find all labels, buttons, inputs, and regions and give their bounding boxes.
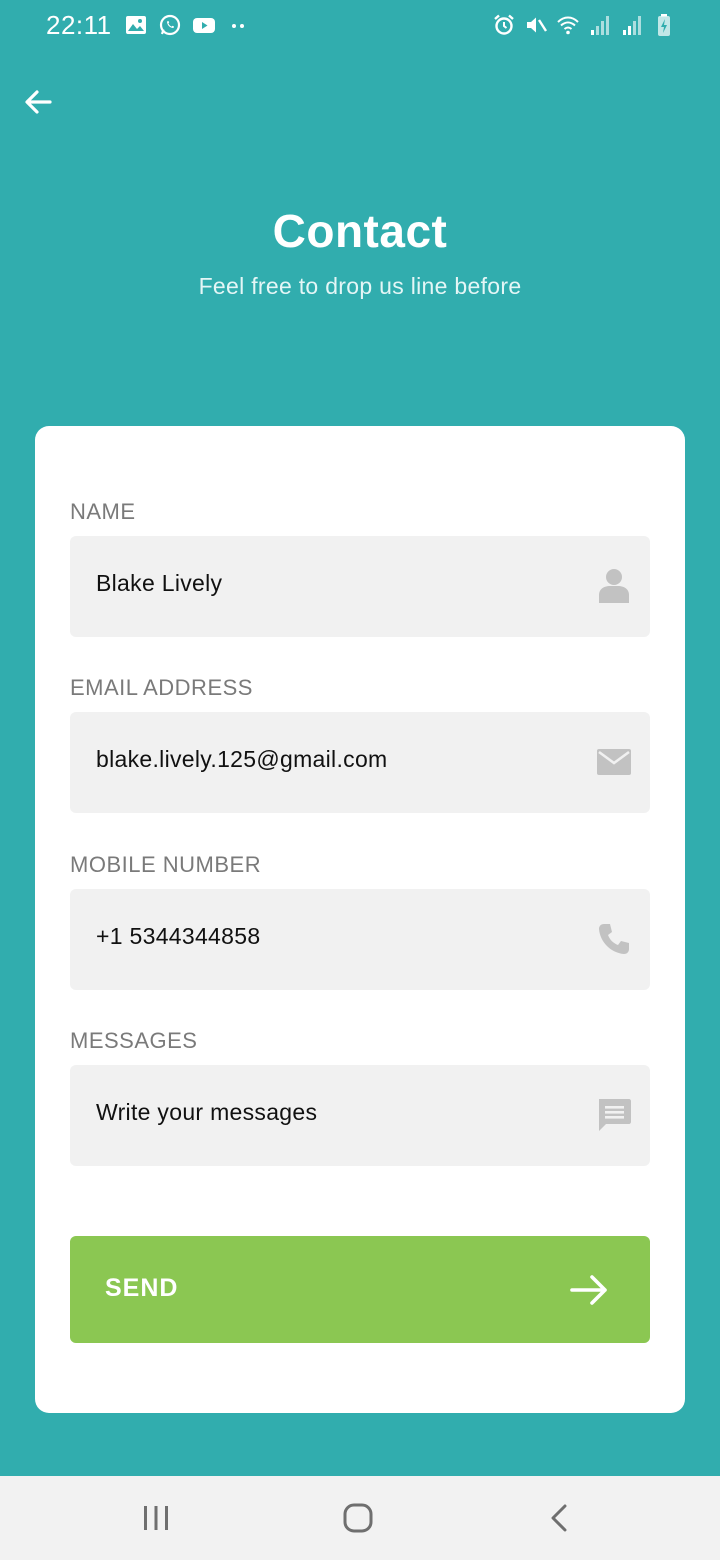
- alarm-icon: [494, 14, 514, 35]
- back-nav-icon[interactable]: [540, 1498, 580, 1538]
- phone-icon: [596, 919, 632, 959]
- page-subtitle: Feel free to drop us line before: [198, 273, 522, 299]
- whatsapp-icon: [159, 14, 181, 36]
- youtube-icon: [193, 18, 215, 33]
- arrow-right-icon: [570, 1275, 607, 1305]
- person-icon: [596, 566, 632, 606]
- messages-label: MESSAGES: [70, 1028, 198, 1053]
- signal-icon: [623, 16, 641, 35]
- name-value: Blake Lively: [96, 570, 223, 596]
- status-left-icons: [124, 12, 250, 38]
- status-time: 22:11: [46, 10, 112, 40]
- home-icon[interactable]: [338, 1498, 378, 1538]
- image-icon: [126, 16, 146, 34]
- email-value: blake.lively.125@gmail.com: [96, 746, 388, 772]
- status-bar: 22:11: [0, 0, 720, 52]
- page-title: Contact: [272, 205, 448, 257]
- back-arrow-icon[interactable]: [22, 86, 54, 118]
- email-field[interactable]: blake.lively.125@gmail.com: [70, 712, 650, 813]
- send-button[interactable]: SEND: [70, 1236, 650, 1343]
- system-nav-bar: [0, 1476, 720, 1560]
- messages-placeholder: Write your messages: [96, 1099, 318, 1125]
- mobile-value: +1 5344344858: [96, 923, 261, 949]
- email-label: EMAIL ADDRESS: [70, 675, 253, 700]
- messages-field[interactable]: Write your messages: [70, 1065, 650, 1166]
- mobile-label: MOBILE NUMBER: [70, 852, 262, 877]
- mobile-field[interactable]: +1 5344344858: [70, 889, 650, 990]
- send-label: SEND: [105, 1274, 179, 1302]
- mail-icon: [596, 742, 632, 782]
- mute-icon: [527, 17, 548, 33]
- signal-icon: [591, 16, 609, 35]
- contact-form-card: NAME Blake Lively EMAIL ADDRESS blake.li…: [35, 426, 685, 1413]
- battery-charging-icon: [658, 14, 670, 36]
- wifi-icon: [557, 16, 579, 35]
- status-right-icons: [492, 12, 676, 38]
- recent-apps-icon[interactable]: [136, 1498, 176, 1538]
- message-icon: [596, 1095, 632, 1135]
- more-dots-icon: [232, 24, 244, 28]
- name-label: NAME: [70, 499, 136, 524]
- name-field[interactable]: Blake Lively: [70, 536, 650, 637]
